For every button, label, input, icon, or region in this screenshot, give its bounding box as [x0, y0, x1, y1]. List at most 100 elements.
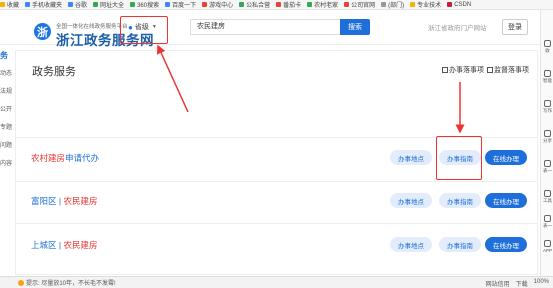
page-title: 政务服务 [32, 66, 76, 78]
bookmark-label: CSDN [454, 1, 472, 8]
bookmark-label: (部门) [388, 3, 405, 9]
checkbox-icon [442, 67, 448, 73]
tip-icon [18, 279, 24, 286]
online-handle-button[interactable]: 在线办理 [485, 237, 527, 252]
service-row: 上城区 | 农民建房 办事地点 办事指南 在线办理 [16, 226, 537, 266]
service-name-blue: 申请代办 [65, 153, 100, 163]
location-pin-icon: ● [128, 22, 133, 32]
bookmark-label: 360搜索 [137, 3, 160, 9]
bookmark-label: 收藏 [7, 3, 20, 9]
divider [16, 223, 537, 224]
tool-icon [544, 190, 551, 197]
right-sidebar: 收 智能 写作 分享 表一 工具 表一 APP [540, 10, 553, 276]
guide-highlight-box [436, 136, 482, 180]
table-icon [544, 160, 551, 167]
bookmark-item[interactable]: (部门) [381, 0, 404, 9]
bookmark-item[interactable]: 专业技术 [410, 0, 441, 9]
bookmark-favicon-icon [165, 2, 171, 7]
bookmarks-bar: 收藏 手机收藏夹 谷歌 网址大全 360搜索 百度一下 游戏中心 公私合营 番茄卡 农村老家 公司官… [0, 0, 553, 10]
sidebar-tool[interactable]: 表一 [542, 215, 553, 229]
status-tip[interactable]: 提示: 尽量放10年，不长毛不发霉! [18, 278, 116, 287]
bookmark-item[interactable]: 公私合营 [239, 0, 270, 9]
bookmark-favicon-icon [239, 2, 245, 7]
guide-button[interactable]: 办事指南 [439, 193, 481, 208]
location-button[interactable]: 办事地点 [390, 193, 432, 208]
bookmark-favicon-icon [344, 2, 350, 7]
status-item[interactable]: 100% [534, 279, 549, 288]
sidebar-tool[interactable]: 工具 [542, 190, 553, 204]
bookmark-item[interactable]: 百度一下 [165, 0, 196, 9]
sidebar-tool[interactable]: 表一 [542, 160, 553, 174]
location-button[interactable]: 办事地点 [390, 237, 432, 252]
service-name[interactable]: 富阳区 | 农民建房 [31, 195, 97, 207]
login-button[interactable]: 登录 [502, 19, 528, 35]
share-icon [544, 130, 551, 137]
search-input[interactable]: 农民建房 [190, 19, 340, 35]
bookmark-item[interactable]: 游戏中心 [202, 0, 233, 9]
bookmark-item[interactable]: 360搜索 [130, 0, 159, 9]
service-name-red: 农村建房 [31, 153, 66, 163]
service-name-red: 农民建房 [63, 240, 98, 250]
bookmark-item[interactable]: 农村老家 [307, 0, 338, 9]
bookmark-favicon-icon [93, 2, 99, 7]
bookmark-label: 专业技术 [417, 3, 442, 9]
service-row: 富阳区 | 农民建房 办事地点 办事指南 在线办理 [16, 182, 537, 222]
chevron-down-icon: ▼ [151, 24, 157, 30]
service-name-blue: 上城区 | [31, 240, 64, 250]
bookmark-label: 游戏中心 [209, 3, 234, 9]
online-handle-button[interactable]: 在线办理 [485, 150, 527, 165]
sidebar-tool[interactable]: 写作 [542, 100, 553, 114]
bookmark-item[interactable]: 网址大全 [93, 0, 124, 9]
bookmark-item[interactable]: 手机收藏夹 [25, 0, 62, 9]
bookmark-icon [544, 40, 551, 47]
bookmark-item[interactable]: 番茄卡 [276, 0, 301, 9]
write-icon [544, 100, 551, 107]
checkbox-icon [487, 67, 493, 73]
guide-button[interactable]: 办事指南 [439, 237, 481, 252]
sidebar-tool[interactable]: APP [542, 240, 553, 253]
portal-link[interactable]: 浙江省政府门户网站 [428, 22, 487, 32]
bookmark-label: 手机收藏夹 [32, 3, 63, 9]
left-nav: 务 动态 法规 公开 专题 问题 内容 [0, 46, 15, 276]
sidebar-tool[interactable]: 收 [542, 40, 553, 54]
region-label: 省级 [134, 24, 149, 31]
bookmark-item[interactable]: 公司官网 [344, 0, 375, 9]
service-name-red: 农民建房 [63, 196, 98, 206]
checkbox-label: 办事落事项 [449, 67, 484, 74]
bookmark-favicon-icon [447, 2, 453, 7]
bookmark-label: 百度一下 [172, 3, 197, 9]
status-bar: 提示: 尽量放10年，不长毛不发霉! 网站信用 下载 100% [0, 276, 553, 288]
region-selector[interactable]: ● 省级 ▼ [128, 22, 157, 32]
bookmark-favicon-icon [381, 2, 387, 7]
service-name[interactable]: 上城区 | 农民建房 [31, 239, 97, 251]
left-nav-item[interactable]: 问题 [0, 140, 12, 149]
location-button[interactable]: 办事地点 [390, 150, 432, 165]
bookmark-label: 谷歌 [75, 3, 88, 9]
online-handle-button[interactable]: 在线办理 [485, 193, 527, 208]
status-item[interactable]: 下载 [516, 279, 528, 288]
sidebar-tool[interactable]: 分享 [542, 130, 553, 144]
left-nav-item[interactable]: 专题 [0, 122, 12, 131]
service-name-blue: 富阳区 | [31, 196, 64, 206]
sidebar-tool[interactable]: 智能 [542, 70, 553, 84]
bookmark-label: 公司官网 [351, 3, 376, 9]
left-nav-item[interactable]: 内容 [0, 158, 12, 167]
left-nav-item[interactable]: 法规 [0, 86, 12, 95]
status-right: 网站信用 下载 100% [486, 279, 549, 288]
left-nav-item[interactable]: 公开 [0, 104, 12, 113]
status-item[interactable]: 网站信用 [486, 279, 510, 288]
search-button[interactable]: 搜索 [340, 19, 370, 35]
bookmark-favicon-icon [68, 2, 74, 7]
app-icon [544, 240, 551, 247]
bookmark-item[interactable]: 收藏 [0, 0, 19, 9]
bookmark-label: 网址大全 [100, 3, 125, 9]
left-nav-item[interactable]: 务 [0, 50, 8, 61]
service-name[interactable]: 农村建房申请代办 [31, 152, 99, 164]
bookmark-item[interactable]: 谷歌 [68, 0, 87, 9]
bookmark-item[interactable]: CSDN [447, 2, 471, 8]
filter-checkbox-1[interactable]: 办事落事项 [442, 65, 484, 75]
checkbox-label: 监督落事项 [494, 67, 529, 74]
left-nav-item[interactable]: 动态 [0, 68, 12, 77]
site-logo-icon[interactable]: 浙 [34, 23, 51, 40]
filter-checkbox-2[interactable]: 监督落事项 [487, 65, 529, 75]
